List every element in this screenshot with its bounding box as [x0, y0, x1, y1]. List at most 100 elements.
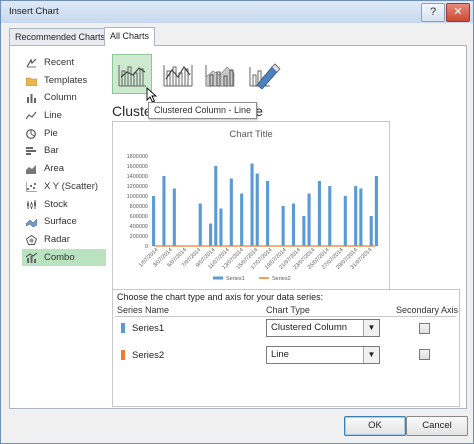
sidebar-item-pie[interactable]: Pie — [22, 125, 106, 143]
bar-series1 — [229, 178, 233, 246]
series2-secondary-axis-checkbox[interactable] — [419, 349, 430, 360]
y-tick-label: 1200000 — [127, 184, 148, 190]
bar-series1 — [291, 203, 296, 246]
chevron-down-icon[interactable]: ▼ — [363, 347, 379, 363]
bar-series1 — [198, 203, 202, 246]
tab-all-charts[interactable]: All Charts — [104, 27, 156, 46]
tooltip: Clustered Column - Line — [148, 102, 258, 119]
series2-chart-type-value: Line — [271, 349, 289, 360]
custom-combination-icon — [249, 63, 281, 90]
sidebar-item-column[interactable]: Column — [22, 89, 106, 107]
sidebar-item-label: Combo — [44, 251, 75, 263]
bar-series1 — [172, 188, 176, 246]
subtype-custom-combination[interactable] — [244, 54, 284, 94]
line-chart-icon — [26, 111, 37, 120]
sidebar-item-label: Stock — [44, 198, 68, 210]
chart-svg: Chart Title 0 200000 400000 600000 800000 1000… — [127, 129, 379, 282]
bar-series1 — [328, 186, 332, 246]
y-tick-label: 800000 — [130, 204, 148, 210]
sidebar-item-scatter[interactable]: X Y (Scatter) — [22, 178, 106, 196]
column-chart-icon — [27, 94, 36, 104]
dialog-footer: OK Cancel — [1, 409, 473, 443]
sidebar-item-label: Area — [44, 163, 65, 175]
subtype-clustered-column-line-secondary[interactable] — [158, 54, 198, 94]
chevron-down-icon[interactable]: ▼ — [363, 320, 379, 336]
sidebar-item-bar[interactable]: Bar — [22, 142, 106, 160]
bar-series1 — [209, 223, 213, 246]
sidebar-item-combo[interactable]: Combo — [22, 248, 106, 267]
series-instruction: Choose the chart type and axis for your … — [117, 292, 324, 302]
header-secondary-axis: Secondary Axis — [396, 305, 459, 315]
sidebar-item-label: X Y (Scatter) — [44, 180, 99, 192]
series1-chart-type-select[interactable]: Clustered Column ▼ — [266, 319, 380, 337]
sidebar-item-stock[interactable]: Stock — [22, 196, 106, 214]
chart-type-list: Recent Templates Column Line Pie Bar Are… — [22, 54, 106, 267]
bar-series1 — [281, 206, 285, 246]
bar-series1 — [152, 196, 156, 246]
series1-chart-type-value: Clustered Column — [271, 322, 348, 333]
y-tick-label: 400000 — [130, 224, 148, 230]
series1-color-swatch — [121, 323, 125, 333]
series2-color-swatch — [121, 350, 125, 360]
sidebar-item-label: Bar — [44, 145, 59, 157]
sidebar-item-line[interactable]: Line — [22, 107, 106, 125]
radar-chart-icon — [26, 234, 37, 245]
bar-series1 — [266, 181, 270, 246]
subtype-stacked-area-clustered-column[interactable] — [200, 54, 240, 94]
close-icon: ✕ — [453, 6, 463, 18]
insert-chart-dialog: Insert Chart ? ✕ Recommended Charts All … — [0, 0, 474, 444]
bar-series1 — [317, 181, 321, 246]
bar-series1 — [302, 216, 306, 246]
y-tick-label: 1600000 — [127, 164, 148, 170]
header-chart-type: Chart Type — [266, 305, 310, 315]
y-tick-label: 200000 — [130, 234, 148, 240]
sidebar-item-templates[interactable]: Templates — [22, 72, 106, 90]
close-button[interactable]: ✕ — [446, 3, 470, 22]
bar-series1 — [162, 176, 166, 246]
y-tick-label: 1400000 — [127, 174, 148, 180]
bar-series1 — [369, 216, 373, 246]
series1-name: Series1 — [132, 323, 165, 334]
bar-series1 — [359, 188, 363, 246]
series1-secondary-axis-checkbox[interactable] — [419, 323, 430, 334]
bar-series1 — [343, 196, 347, 246]
help-icon: ? — [429, 6, 437, 18]
recent-icon — [26, 58, 37, 68]
y-tick-label: 1800000 — [127, 154, 148, 160]
bar-series1 — [219, 208, 223, 246]
header-divider — [115, 316, 456, 317]
series2-chart-type-select[interactable]: Line ▼ — [266, 346, 380, 364]
series2-name: Series2 — [132, 350, 165, 361]
window-title: Insert Chart — [9, 6, 59, 17]
clustered-column-line-secondary-icon — [163, 65, 193, 87]
stacked-area-clustered-column-icon — [205, 65, 235, 87]
stock-chart-icon — [27, 199, 36, 209]
bar-series1 — [214, 166, 218, 246]
sidebar-item-surface[interactable]: Surface — [22, 213, 106, 231]
title-bar: Insert Chart ? ✕ — [1, 1, 473, 23]
ok-button[interactable]: OK — [344, 416, 406, 436]
legend-label-series1: Series1 — [226, 276, 245, 282]
sidebar-item-radar[interactable]: Radar — [22, 231, 106, 249]
bar-chart-icon — [26, 147, 36, 156]
legend-label-series2: Series2 — [272, 276, 291, 282]
y-tick-label: 0 — [145, 244, 148, 250]
sidebar-item-label: Recent — [44, 57, 75, 68]
sidebar-item-label: Templates — [44, 74, 88, 86]
surface-chart-icon — [26, 218, 37, 228]
area-chart-icon — [26, 165, 36, 175]
mouse-pointer-icon — [146, 87, 158, 103]
chart-title: Chart Title — [229, 129, 272, 140]
sidebar-item-label: Pie — [44, 127, 58, 139]
series-options-section: Choose the chart type and axis for your … — [112, 289, 460, 407]
cancel-button[interactable]: Cancel — [406, 416, 468, 436]
sidebar-item-area[interactable]: Area — [22, 160, 106, 178]
combo-chart-icon — [26, 252, 37, 263]
tab-recommended-charts[interactable]: Recommended Charts — [9, 28, 112, 46]
sidebar-item-recent[interactable]: Recent — [22, 54, 106, 72]
help-button[interactable]: ? — [421, 3, 445, 22]
header-series-name: Series Name — [117, 305, 170, 315]
bar-series1 — [240, 193, 244, 246]
scatter-chart-icon — [26, 181, 37, 192]
bar-series1 — [307, 193, 311, 246]
